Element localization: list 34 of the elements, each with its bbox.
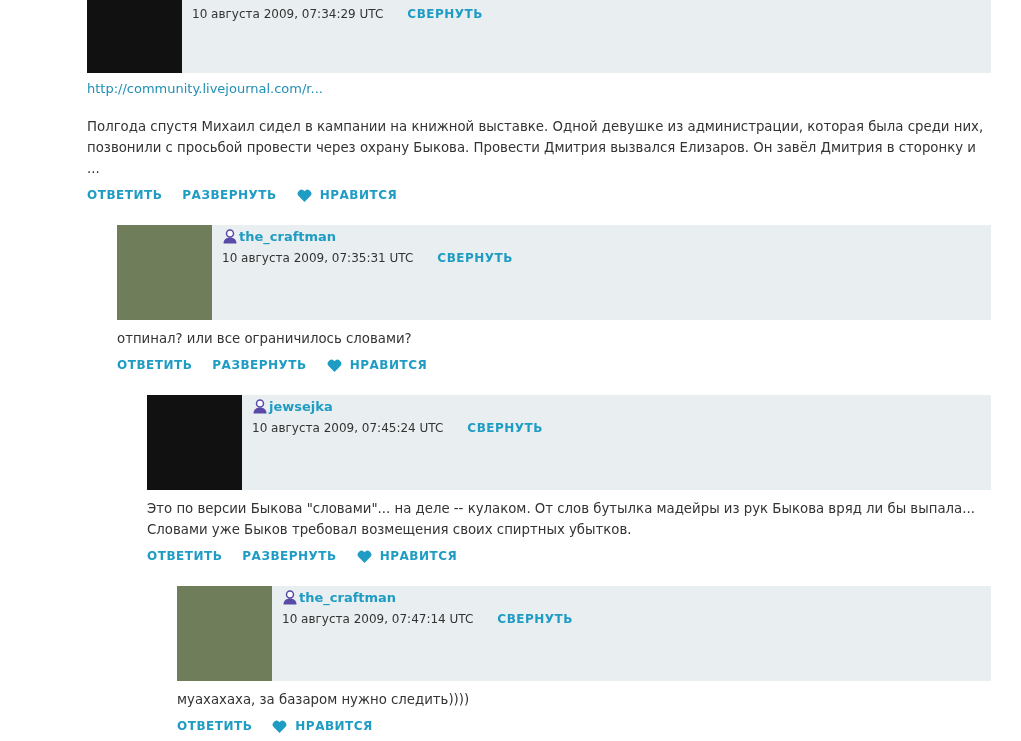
user-icon bbox=[222, 228, 238, 244]
like-button[interactable]: НРАВИТСЯ bbox=[326, 355, 428, 375]
reply-button[interactable]: ОТВЕТИТЬ bbox=[147, 546, 223, 566]
reply-button[interactable]: ОТВЕТИТЬ bbox=[117, 355, 193, 375]
user-icon bbox=[252, 398, 268, 414]
reply-button[interactable]: ОТВЕТИТЬ bbox=[177, 716, 253, 736]
comment-text: Полгода спустя Михаил сидел в кампании на книжной выставке. Одной девушке из администрации, которая была среди них, позвонили с просьбой провести через охрану Быкова. Провести Дмитрия вызвался Елизаров. Он завёл Дмитрия в сторонку и ... bbox=[87, 118, 985, 178]
collapse-button[interactable]: СВЕРНУТЬ bbox=[407, 7, 483, 21]
expand-button[interactable]: РАЗВЕРНУТЬ bbox=[182, 185, 277, 205]
collapse-button[interactable]: СВЕРНУТЬ bbox=[437, 251, 513, 265]
username-link[interactable]: the_craftman bbox=[222, 228, 337, 244]
collapse-button[interactable]: СВЕРНУТЬ bbox=[467, 421, 543, 435]
username-link[interactable]: the_craftman bbox=[282, 589, 397, 605]
username-link[interactable]: jewsejka bbox=[252, 398, 333, 414]
comment-text: муахахаха, за базаром нужно следить)))) bbox=[177, 691, 471, 709]
like-button[interactable]: НРАВИТСЯ bbox=[296, 185, 398, 205]
reply-button[interactable]: ОТВЕТИТЬ bbox=[87, 185, 163, 205]
comment-text: отпинал? или все ограничилось словами? bbox=[117, 330, 413, 348]
collapse-button[interactable]: СВЕРНУТЬ bbox=[497, 612, 573, 626]
like-button[interactable]: НРАВИТСЯ bbox=[272, 716, 373, 736]
user-icon bbox=[282, 589, 298, 605]
expand-button[interactable]: РАЗВЕРНУТЬ bbox=[212, 355, 307, 375]
heart-icon bbox=[326, 358, 342, 372]
comment-link[interactable]: http://community.livejournal.com/r... bbox=[87, 81, 323, 96]
comment-date: 10 августа 2009, 07:34:29 UTC bbox=[192, 7, 384, 21]
heart-icon bbox=[272, 719, 288, 733]
like-button[interactable]: НРАВИТСЯ bbox=[356, 546, 458, 566]
comment-date: 10 августа 2009, 07:47:14 UTC bbox=[282, 612, 474, 626]
expand-button[interactable]: РАЗВЕРНУТЬ bbox=[242, 546, 337, 566]
comment-date: 10 августа 2009, 07:45:24 UTC bbox=[252, 421, 444, 435]
heart-icon bbox=[356, 549, 372, 563]
comment-text: Это по версии Быкова "словами"... на деле -- кулаком. От слов бутылка мадейры из рук Быкова вряд ли бы выпала... Словами уже Быков требовал возмещения своих спиртных убытков. bbox=[147, 500, 976, 539]
heart-icon bbox=[296, 188, 312, 202]
comment-date: 10 августа 2009, 07:35:31 UTC bbox=[222, 251, 414, 265]
